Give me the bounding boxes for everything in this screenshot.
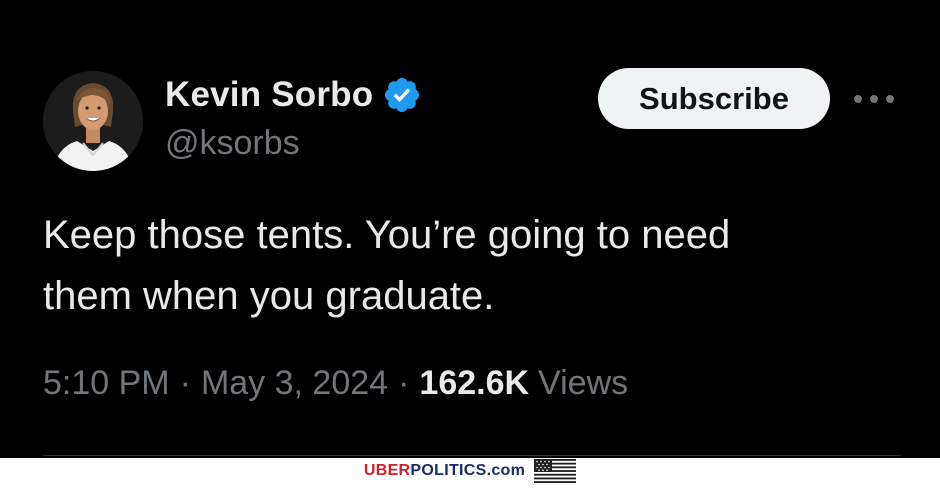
more-options-icon[interactable] [852,86,896,112]
tweet-time[interactable]: 5:10 PM [43,364,170,403]
tweet-text-line: Keep those tents. You’re going to need [43,213,731,257]
tweet-date[interactable]: May 3, 2024 [201,364,388,403]
verified-badge-icon[interactable] [382,75,422,115]
us-flag-icon [534,459,577,483]
subscribe-button[interactable]: Subscribe [598,68,830,129]
author-display-name[interactable]: Kevin Sorbo [165,75,373,115]
views-label: Views [538,364,629,402]
tweet-meta: 5:10 PM · May 3, 2024 · 162.6K Views [43,364,628,403]
watermark-footer: UBERPOLITICS.com [0,458,940,484]
tweet-text-line: them when you graduate. [43,274,495,318]
meta-separator: · [398,364,410,402]
tweet-card: Kevin Sorbo @ksorbs Subscribe Keep those… [0,0,940,458]
site-logo: UBERPOLITICS.com [364,462,525,480]
more-dot [854,95,862,103]
views-count[interactable]: 162.6K [419,364,529,403]
divider [43,455,901,456]
logo-part-com: .com [486,462,526,479]
logo-part-uber: UBER [363,462,411,479]
more-dot [870,95,878,103]
more-dot [886,95,894,103]
avatar[interactable] [43,71,143,171]
logo-part-politics: POLITICS [410,462,487,479]
author-name-row: Kevin Sorbo [165,72,422,118]
meta-separator: · [179,364,191,402]
tweet-text: Keep those tents. You’re going to need t… [43,205,903,327]
author-handle[interactable]: @ksorbs [165,124,300,163]
